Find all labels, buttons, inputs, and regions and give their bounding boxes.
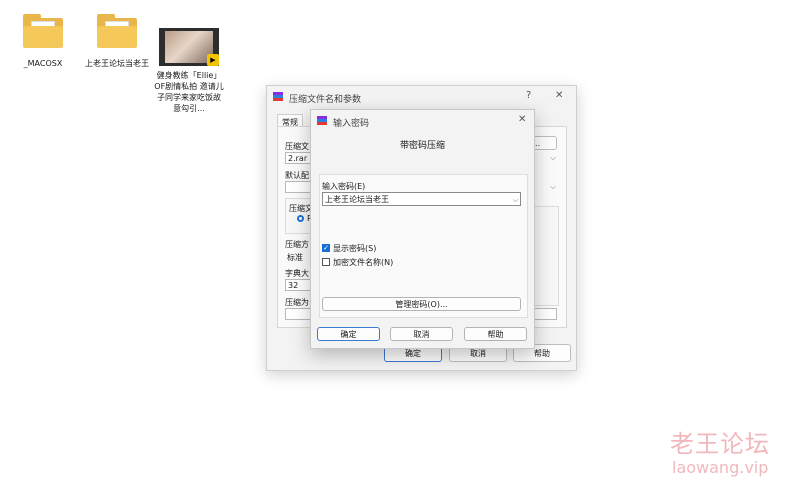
folder-icon [21,14,65,50]
method-label: 压缩方 [285,240,309,249]
chevron-down-icon[interactable]: ⌵ [547,152,559,164]
organize-passwords-button[interactable]: 管理密码(O)... [322,297,521,311]
close-icon[interactable]: ✕ [518,114,526,125]
watermark-title: 老王论坛 [670,430,770,458]
dictionary-label: 字典大 [285,269,309,278]
dialog-title: 压缩文件名和参数 [289,95,362,105]
dialog-heading: 带密码压缩 [399,141,445,151]
archive-name-label: 压缩文 [285,142,309,151]
desktop-item-label: _MACOSX [23,59,63,68]
password-value: 上老王论坛当老王 [325,195,389,204]
show-password-checkbox[interactable]: ✓ [322,244,330,252]
desktop-item-folder[interactable]: 上老王论坛当老王 [82,14,152,69]
ok-button[interactable]: 确定 [317,327,380,341]
format-radio[interactable] [297,215,304,222]
password-label: 输入密码(E) [322,182,366,191]
close-icon[interactable]: ✕ [555,90,563,101]
chevron-down-icon[interactable]: ⌵ [547,181,559,193]
desktop-item-label: 健身教练「Ellie」OF剧情私拍 邀请儿子同学来家吃饭故意勾引... [154,71,224,113]
desktop-item-video[interactable]: ▶ 健身教练「Ellie」OF剧情私拍 邀请儿子同学来家吃饭故意勾引... [154,28,224,114]
title-bar: 压缩文件名和参数 ? ✕ [267,86,576,108]
encrypt-names-checkbox[interactable] [322,258,330,266]
split-label: 压缩为 [285,298,309,307]
password-input[interactable]: 上老王论坛当老王 ⌵ [322,192,521,206]
desktop-item-label: 上老王论坛当老王 [85,59,149,68]
desktop-item-macosx[interactable]: _MACOSX [8,14,78,69]
show-password-label: 显示密码(S) [333,244,377,253]
title-bar: 输入密码 ✕ [311,110,534,132]
play-badge-icon: ▶ [207,54,219,66]
winrar-icon [273,92,283,102]
password-dialog: 输入密码 ✕ 带密码压缩 输入密码(E) 上老王论坛当老王 ⌵ ✓ 显示密码(S… [310,109,535,349]
default-profile-label: 默认配 [285,171,309,180]
dialog-title: 输入密码 [333,119,370,129]
encrypt-names-label: 加密文件名称(N) [333,258,394,267]
help-icon[interactable]: ? [526,90,531,101]
video-file-icon: ▶ [159,28,219,66]
winrar-icon [317,116,327,126]
cancel-button[interactable]: 取消 [390,327,453,341]
watermark-url: laowang.vip [672,458,769,477]
folder-icon [95,14,139,50]
method-value[interactable]: 标准 [287,252,303,263]
help-button[interactable]: 帮助 [464,327,527,341]
chevron-down-icon[interactable]: ⌵ [513,193,518,207]
